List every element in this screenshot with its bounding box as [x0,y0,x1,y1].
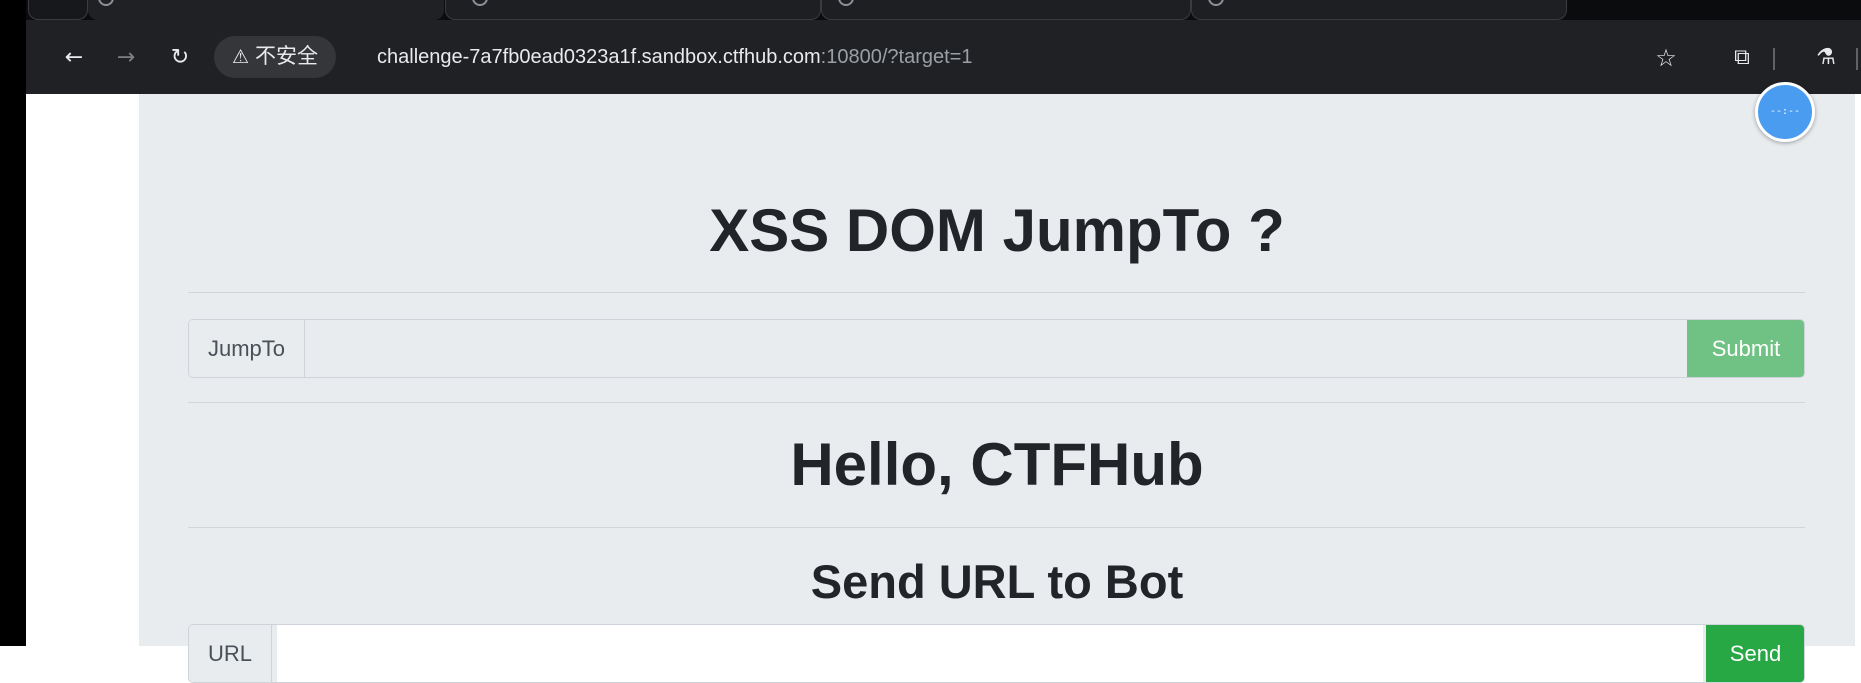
tab-favicon-icon [1208,0,1224,6]
divider [188,402,1805,403]
warning-triangle-icon: ⚠ [232,46,250,68]
tab-active[interactable] [88,0,444,20]
toolbar-separator [1773,48,1775,70]
forward-arrow-icon[interactable]: → [110,42,142,74]
tab-second[interactable] [445,0,821,20]
address-bar[interactable]: ⚠ 不安全 challenge-7a7fb0ead0323a1f.sandbox.… [214,36,1714,78]
extensions-icon[interactable]: ⧉ [1726,42,1758,74]
page-jumbotron: XSS DOM JumpTo ? JumpTo Submit Hello, CT… [139,94,1855,683]
jumpto-input-group: JumpTo Submit [188,319,1805,378]
jumpto-input[interactable] [314,320,1684,377]
floating-bubble[interactable]: --:-- [1755,82,1815,142]
tab-favicon-icon [838,0,854,6]
tab-fourth[interactable] [1191,0,1567,20]
tab-pinned[interactable] [28,0,88,20]
tab-strip [0,0,1861,20]
submit-button[interactable]: Submit [1687,320,1804,377]
url-host: challenge-7a7fb0ead0323a1f.sandbox.ctfhu… [377,46,821,68]
tab-third[interactable] [821,0,1191,20]
jumpto-label: JumpTo [189,320,306,377]
tab-favicon-icon [472,0,488,6]
divider [188,527,1805,528]
browser-window: ← → ↻ ⚠ 不安全 challenge-7a7fb0ead0323a1f.sa… [0,0,1861,683]
labs-flask-icon[interactable]: ⚗ [1810,42,1842,74]
back-arrow-icon[interactable]: ← [58,42,90,74]
reload-icon[interactable]: ↻ [164,42,196,74]
send-url-heading: Send URL to Bot [810,555,1184,608]
bot-url-input[interactable] [277,625,1703,682]
url-label: URL [189,625,273,682]
browser-toolbar: ← → ↻ ⚠ 不安全 challenge-7a7fb0ead0323a1f.sa… [26,20,1861,94]
url-input-group: URL Send [188,624,1805,683]
bookmark-star-icon[interactable]: ☆ [1650,42,1682,74]
divider [188,292,1805,293]
page-title: XSS DOM JumpTo ? [709,197,1285,264]
tab-favicon-icon [98,0,114,6]
url-path: :10800/?target=1 [820,46,973,68]
toolbar-separator [1856,48,1858,70]
security-chip[interactable]: ⚠ 不安全 [214,36,337,78]
send-button[interactable]: Send [1706,625,1804,682]
url-text[interactable]: challenge-7a7fb0ead0323a1f.sandbox.ctfhu… [377,36,972,78]
left-window-edge [0,0,26,646]
security-label: 不安全 [255,45,319,68]
hello-heading: Hello, CTFHub [790,431,1204,498]
